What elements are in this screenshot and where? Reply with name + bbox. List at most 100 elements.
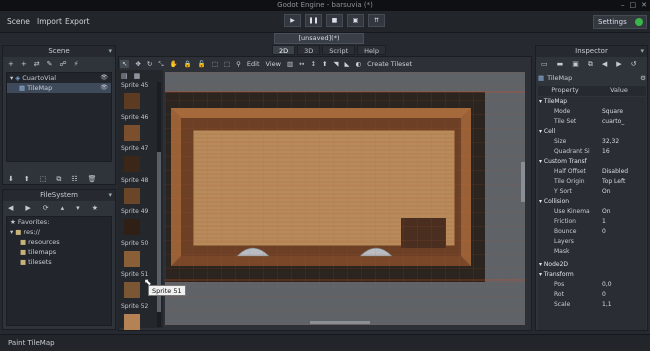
property-value[interactable]: 1 — [602, 217, 644, 227]
tab-3d[interactable]: 3D — [297, 45, 321, 55]
reparent-icon[interactable]: ⧉ — [56, 175, 61, 184]
deploy-button[interactable]: ⇈ — [368, 14, 385, 27]
dock-menu-icon[interactable]: ▾ — [640, 46, 644, 57]
dock-menu-icon[interactable]: ▾ — [108, 46, 112, 57]
forward-icon[interactable]: ▶ — [616, 60, 621, 69]
rotate-90-icon[interactable]: ◥ — [333, 60, 338, 68]
inspector-section[interactable]: ▾ TileMap — [539, 97, 645, 107]
settings-gear-icon[interactable]: ⚙ — [640, 74, 646, 82]
property-value[interactable]: Disabled — [602, 167, 644, 177]
tile-item-label[interactable]: Sprite 52 — [121, 303, 159, 310]
tile-item-label[interactable]: Sprite 45 — [121, 82, 159, 89]
rotate-270-icon[interactable]: ◐ — [355, 60, 361, 68]
list-icon[interactable]: ☷ — [71, 175, 77, 184]
unlock-icon[interactable]: 🔓 — [198, 60, 206, 68]
forward-icon[interactable]: ▶ — [25, 204, 30, 212]
history-icon[interactable]: ↺ — [631, 60, 637, 69]
up-icon[interactable]: ▴ — [61, 204, 65, 212]
canvas-hscrollbar[interactable] — [310, 321, 370, 324]
inspector-section[interactable]: ▾ Transform — [539, 270, 645, 280]
tile-thumbnail[interactable] — [124, 282, 140, 298]
stop-button[interactable]: ■ — [326, 14, 343, 27]
fs-item-resources[interactable]: ■ resources — [7, 237, 111, 247]
tree-node-cuartovial[interactable]: ▾ ◈ CuartoVial 👁 — [7, 73, 111, 83]
flip-h-icon[interactable]: ↔ — [299, 60, 304, 68]
property-value[interactable]: 0,0 — [602, 280, 644, 290]
lock-icon[interactable]: 🔒 — [184, 60, 192, 68]
edit-icon[interactable]: ✎ — [47, 60, 53, 68]
down-icon[interactable]: ▾ — [76, 204, 80, 212]
menu-export[interactable]: Export — [61, 15, 94, 29]
group-icon[interactable]: ⬚ — [212, 60, 218, 68]
expand-icon[interactable]: ▾ — [10, 73, 13, 83]
refresh-icon[interactable]: ⟳ — [43, 204, 49, 212]
tile-thumbnail[interactable] — [124, 250, 140, 267]
rotate-180-icon[interactable]: ◣ — [344, 60, 349, 68]
ungroup-icon[interactable]: ⬚ — [224, 60, 230, 68]
flip-v-icon[interactable]: ↕ — [311, 60, 316, 68]
tile-thumbnail[interactable] — [124, 187, 140, 204]
visibility-icon[interactable]: 👁 — [100, 83, 108, 93]
add-node-icon[interactable]: + — [8, 60, 14, 68]
select-tool-icon[interactable]: ↖ — [120, 60, 130, 68]
create-tileset-button[interactable]: Create Tileset — [367, 60, 412, 68]
property-value[interactable]: On — [602, 207, 644, 217]
fs-item-tilesets[interactable]: ■ tilesets — [7, 257, 111, 267]
bone-icon[interactable]: ⚲ — [236, 60, 241, 68]
rotate-0-icon[interactable]: ⬆ — [322, 60, 327, 68]
tree-node-tilemap[interactable]: ▦ TileMap 👁 — [7, 83, 111, 93]
tile-item-label[interactable]: Sprite 47 — [121, 145, 159, 152]
property-value[interactable]: cuarto_ — [602, 117, 644, 127]
replace-icon[interactable]: ⇄ — [34, 60, 40, 68]
move-tool-icon[interactable]: ✥ — [135, 60, 140, 68]
fs-item-favorites[interactable]: ★ Favorites: — [7, 217, 111, 227]
maximize-icon[interactable]: □ — [630, 1, 637, 9]
property-value[interactable]: 32,32 — [602, 137, 644, 147]
move-down-icon[interactable]: ⬇ — [8, 175, 14, 184]
pause-button[interactable]: ❚❚ — [305, 14, 322, 27]
favorite-icon[interactable]: ★ — [92, 204, 98, 212]
back-icon[interactable]: ◀ — [8, 204, 13, 212]
fs-item-tilemaps[interactable]: ■ tilemaps — [7, 247, 111, 257]
link-icon[interactable]: ☍ — [60, 60, 67, 68]
tile-item-label[interactable]: Sprite 46 — [121, 114, 159, 121]
move-up-icon[interactable]: ⬆ — [24, 175, 30, 184]
play-scene-button[interactable]: ▣ — [347, 14, 364, 27]
pan-tool-icon[interactable]: ✋ — [170, 60, 178, 68]
tab-2d[interactable]: 2D — [272, 45, 296, 55]
tab-help[interactable]: Help — [357, 45, 386, 55]
property-value[interactable]: 16 — [602, 147, 644, 157]
property-value[interactable]: Top Left — [602, 177, 644, 187]
property-value[interactable]: 0 — [602, 227, 644, 237]
property-value[interactable]: 0 — [602, 290, 644, 300]
scale-tool-icon[interactable]: ⤡ — [158, 60, 163, 69]
inspector-section[interactable]: ▾ Node2D — [539, 260, 645, 270]
signal-icon[interactable]: ⚡ — [74, 60, 79, 68]
inspector-section[interactable]: ▾ Custom Transf — [539, 157, 645, 167]
new-resource-icon[interactable]: ▭ — [541, 60, 548, 69]
tile-thumbnail[interactable] — [124, 156, 140, 172]
close-icon[interactable]: ✕ — [641, 1, 647, 9]
play-button[interactable]: ▶ — [284, 14, 301, 27]
dock-menu-icon[interactable]: ▾ — [108, 190, 112, 201]
inspector-section[interactable]: ▾ Cell — [539, 127, 645, 137]
tile-thumbnail[interactable] — [124, 313, 140, 330]
view-menu[interactable]: View — [266, 60, 281, 68]
load-icon[interactable]: ▬ — [557, 60, 564, 69]
tile-item-label[interactable]: Sprite 48 — [121, 177, 159, 184]
fs-item-res[interactable]: ▾ ■ res:// — [7, 227, 111, 237]
tilemap-canvas[interactable] — [165, 72, 525, 325]
tile-item-label[interactable]: Sprite 50 — [121, 240, 159, 247]
tile-thumbnail[interactable] — [124, 219, 140, 235]
expand-icon[interactable]: ▾ — [10, 227, 13, 237]
property-value[interactable]: Square — [602, 107, 644, 117]
property-value[interactable] — [602, 237, 644, 247]
copy-icon[interactable]: ⧉ — [588, 60, 593, 69]
menu-scene[interactable]: Scene — [3, 15, 34, 29]
delete-icon[interactable]: 🗑 — [88, 175, 97, 184]
canvas-vscrollbar[interactable] — [521, 162, 525, 202]
scene-tab[interactable]: [unsaved](*) — [274, 33, 364, 44]
duplicate-icon[interactable]: ⬚ — [40, 175, 47, 184]
tile-thumbnail[interactable] — [124, 124, 140, 141]
property-value[interactable]: On — [602, 187, 644, 197]
